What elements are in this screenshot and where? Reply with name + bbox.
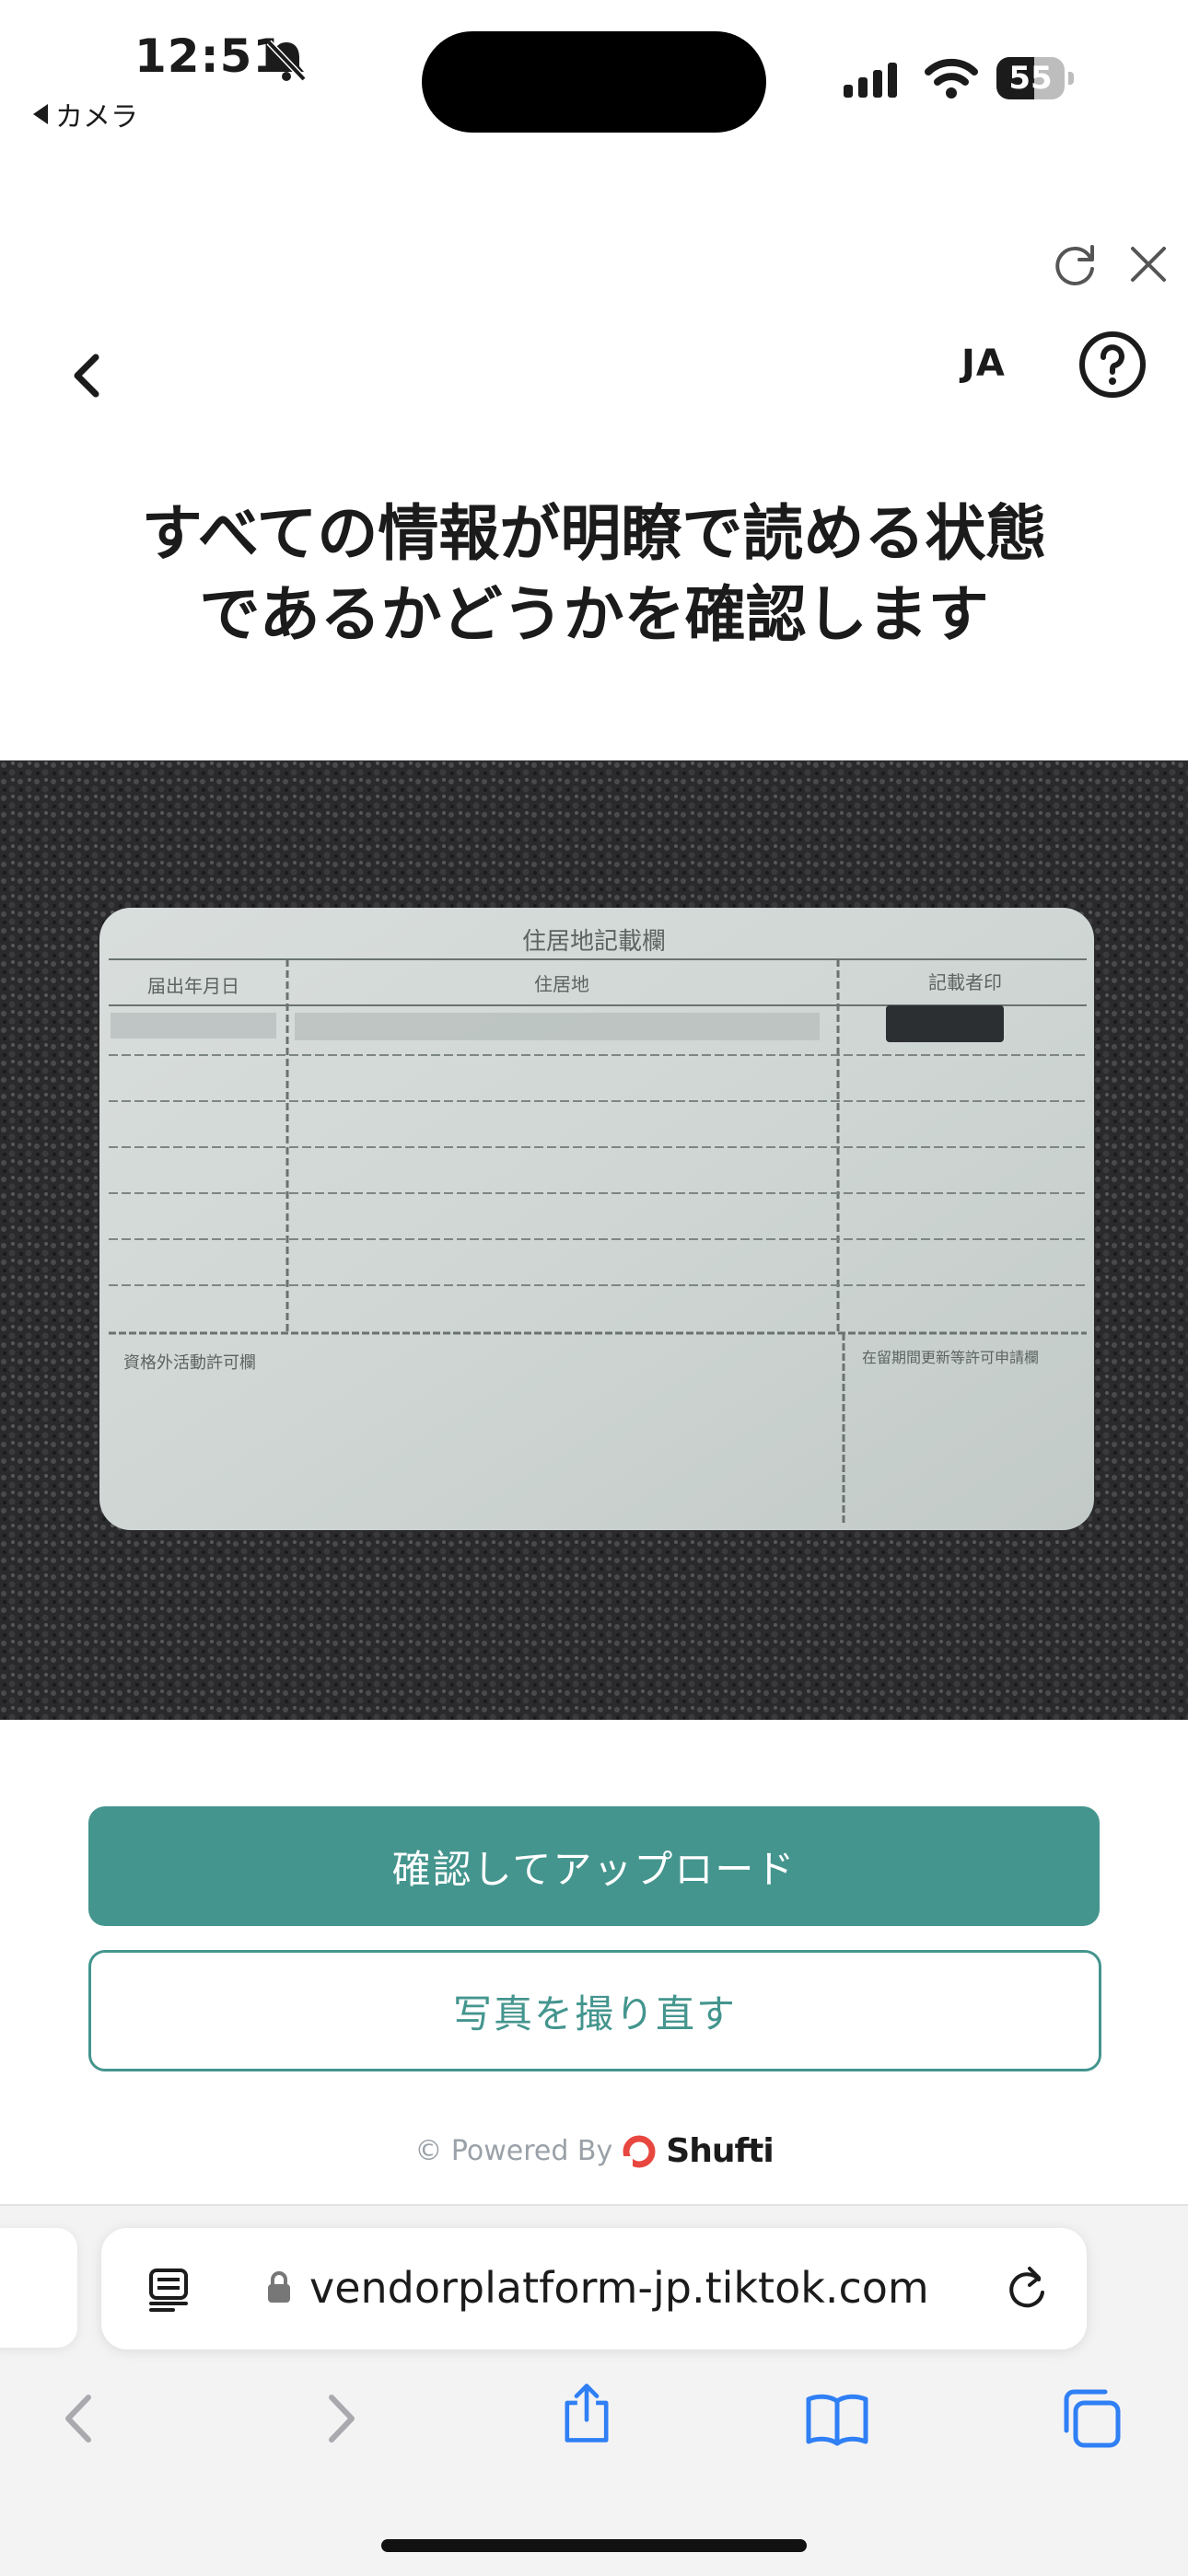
url-text[interactable]: vendorplatform-jp.tiktok.com — [309, 2263, 929, 2313]
battery-indicator: 55 — [996, 57, 1076, 101]
card-col-date: 届出年月日 — [147, 975, 239, 997]
dynamic-island — [422, 31, 766, 133]
page-title: すべての情報が明瞭で読める状態 であるかどうかを確認します — [55, 493, 1133, 656]
title-line-1: すべての情報が明瞭で読める状態 — [141, 498, 1047, 569]
back-chevron-icon[interactable] — [66, 350, 107, 401]
close-icon[interactable] — [1125, 241, 1171, 287]
card-col-address: 住居地 — [534, 973, 589, 995]
powered-by: © Powered By Shufti — [0, 2132, 1188, 2170]
shufti-logo-icon — [622, 2135, 656, 2167]
retake-photo-button[interactable]: 写真を撮り直す — [88, 1950, 1101, 2071]
back-to-app-link[interactable]: カメラ — [33, 94, 138, 134]
language-selector[interactable]: JA — [961, 342, 1006, 385]
title-line-2: であるかどうかを確認します — [199, 579, 989, 650]
back-arrow-icon[interactable] — [48, 2386, 112, 2451]
reload-icon[interactable] — [1004, 2263, 1050, 2315]
captured-card-photo: 住居地記載欄 届出年月日 住居地 記載者印 資格外活動許可欄 在留期間更新等許可… — [0, 760, 1188, 1720]
bell-slash-icon — [266, 40, 307, 81]
back-triangle-icon — [33, 104, 48, 124]
card-col-seal: 記載者印 — [928, 971, 1002, 993]
cellular-signal-icon — [844, 63, 897, 98]
powered-by-text: © Powered By — [414, 2135, 613, 2167]
back-app-label: カメラ — [55, 101, 138, 133]
wifi-icon — [925, 58, 978, 99]
card-lower-left-label: 資格外活動許可欄 — [123, 1353, 256, 1373]
previous-tab-preview[interactable] — [0, 2228, 77, 2348]
card-heading: 住居地記載欄 — [522, 928, 666, 956]
tabs-icon[interactable] — [1059, 2386, 1124, 2451]
shufti-brand: Shufti — [666, 2132, 774, 2170]
reader-icon[interactable] — [146, 2267, 192, 2313]
confirm-upload-button[interactable]: 確認してアップロード — [88, 1806, 1100, 1926]
home-indicator — [381, 2539, 807, 2552]
share-icon[interactable] — [554, 2381, 619, 2445]
lock-icon — [268, 2271, 290, 2303]
bookmarks-icon[interactable] — [805, 2388, 869, 2453]
forward-arrow-icon[interactable] — [308, 2386, 372, 2451]
help-icon[interactable] — [1077, 330, 1147, 400]
refresh-icon[interactable] — [1050, 239, 1100, 289]
card-lower-right-label: 在留期間更新等許可申請欄 — [862, 1349, 1039, 1366]
battery-percent: 55 — [1008, 60, 1053, 97]
